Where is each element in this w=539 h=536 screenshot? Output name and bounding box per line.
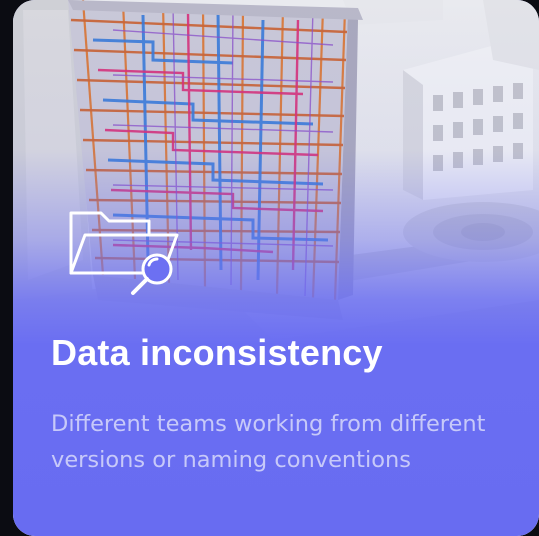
card-description: Different teams working from different v… xyxy=(51,411,486,473)
feature-card: Data inconsistency Different teams worki… xyxy=(13,0,539,536)
folder-search-icon xyxy=(69,211,179,295)
card-title: Data inconsistency xyxy=(51,332,383,373)
